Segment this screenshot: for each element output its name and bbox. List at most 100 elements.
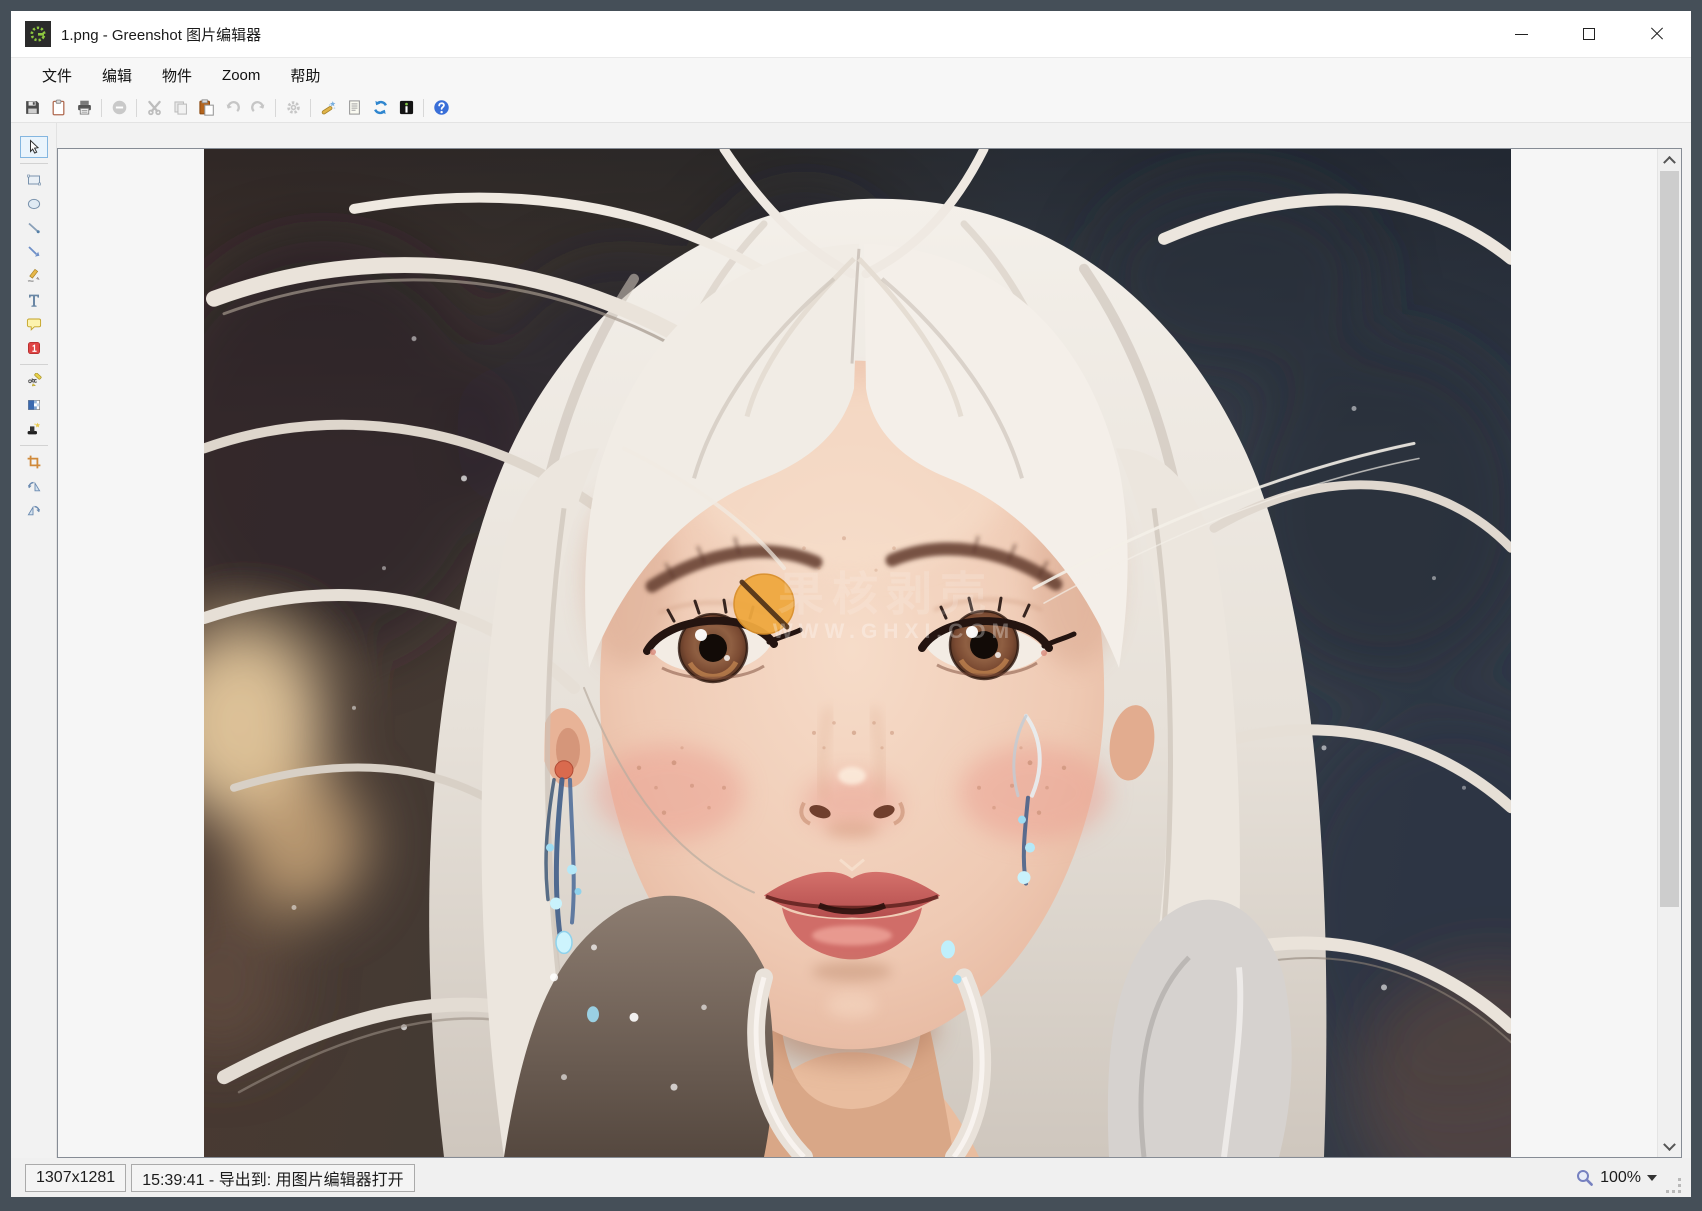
chevron-down-icon: [1663, 1138, 1676, 1151]
copy-icon: [172, 99, 189, 116]
toolbar-divider: [101, 99, 102, 117]
zoom-level-value: 100%: [1600, 1169, 1641, 1187]
scroll-up-button[interactable]: [1658, 149, 1681, 169]
settings-button[interactable]: [280, 96, 306, 120]
tool-add-counter[interactable]: [20, 337, 48, 359]
help-icon: [433, 99, 450, 116]
tool-add-textbox[interactable]: [20, 289, 48, 311]
toolbar-divider: [136, 99, 137, 117]
chevron-up-icon: [1663, 155, 1676, 168]
cursor-icon: [26, 139, 42, 155]
canvas-box: 果核剥壳 WWW.GHXI.COM: [57, 148, 1682, 1158]
scrollbar-track[interactable]: [1658, 169, 1681, 1137]
zoom-control[interactable]: 100%: [1576, 1169, 1657, 1187]
clipboard-icon: [50, 99, 67, 116]
watermark-text-main: 果核剥壳: [778, 568, 994, 620]
refresh-button[interactable]: [367, 96, 393, 120]
remove-button[interactable]: [106, 96, 132, 120]
save-icon: [24, 99, 41, 116]
window-title: 1.png - Greenshot 图片编辑器: [61, 24, 261, 45]
close-icon: [1650, 27, 1664, 41]
speechbubble-icon: [26, 316, 42, 332]
tool-draw-line[interactable]: [20, 217, 48, 239]
watermark: 果核剥壳 WWW.GHXI.COM: [734, 568, 1015, 643]
copy-to-clipboard-button[interactable]: [45, 96, 71, 120]
save-button[interactable]: [19, 96, 45, 120]
menu-help[interactable]: 帮助: [275, 58, 335, 93]
close-button[interactable]: [1623, 11, 1691, 57]
text-icon: [26, 292, 42, 308]
rotate-cw-icon: [26, 478, 42, 494]
menu-file[interactable]: 文件: [27, 58, 87, 93]
gear-icon: [285, 99, 302, 116]
tool-draw-freehand[interactable]: [20, 265, 48, 287]
titlebar: 1.png - Greenshot 图片编辑器: [11, 11, 1691, 57]
window-controls: [1487, 11, 1691, 57]
paste-button[interactable]: [193, 96, 219, 120]
image-size-status: 1307x1281: [25, 1164, 126, 1192]
tool-crop[interactable]: [20, 451, 48, 473]
copy-button[interactable]: [167, 96, 193, 120]
ellipse-icon: [26, 196, 42, 212]
portrait-artwork: 果核剥壳 WWW.GHXI.COM: [204, 149, 1511, 1157]
tool-selection-cursor[interactable]: [20, 136, 48, 158]
toolpanel-divider: [20, 445, 48, 446]
paste-icon: [198, 99, 215, 116]
undo-icon: [224, 99, 241, 116]
help-button[interactable]: [428, 96, 454, 120]
tool-draw-arrow[interactable]: [20, 241, 48, 263]
tool-rotate-counterclockwise[interactable]: [20, 499, 48, 521]
remove-icon: [111, 99, 128, 116]
plugin-info-button[interactable]: [393, 96, 419, 120]
obfuscate-icon: [26, 397, 42, 413]
scrollbar-thumb[interactable]: [1660, 171, 1679, 907]
menu-edit[interactable]: 编辑: [87, 58, 147, 93]
toolpanel-divider: [20, 364, 48, 365]
document-icon: [346, 99, 363, 116]
minimize-icon: [1515, 34, 1528, 35]
effects-button[interactable]: [315, 96, 341, 120]
export-message-status: 15:39:41 - 导出到: 用图片编辑器打开: [131, 1164, 414, 1192]
cut-button[interactable]: [141, 96, 167, 120]
minimize-button[interactable]: [1487, 11, 1555, 57]
edited-image[interactable]: 果核剥壳 WWW.GHXI.COM: [204, 149, 1511, 1157]
maximize-button[interactable]: [1555, 11, 1623, 57]
rectangle-icon: [26, 172, 42, 188]
tool-highlight[interactable]: [20, 370, 48, 392]
cut-icon: [146, 99, 163, 116]
tool-draw-rectangle[interactable]: [20, 169, 48, 191]
print-icon: [76, 99, 93, 116]
undo-button[interactable]: [219, 96, 245, 120]
tool-add-effects[interactable]: [20, 418, 48, 440]
menu-object[interactable]: 物件: [147, 58, 207, 93]
menu-zoom[interactable]: Zoom: [207, 58, 275, 93]
vertical-scrollbar[interactable]: [1657, 149, 1681, 1157]
greenshot-app-icon: [25, 21, 51, 47]
canvas-area: 果核剥壳 WWW.GHXI.COM: [57, 123, 1691, 1158]
tool-obfuscate[interactable]: [20, 394, 48, 416]
line-icon: [26, 220, 42, 236]
tool-draw-ellipse[interactable]: [20, 193, 48, 215]
statusbar: 1307x1281 15:39:41 - 导出到: 用图片编辑器打开 100%: [11, 1158, 1691, 1197]
toolbar-divider: [275, 99, 276, 117]
window-resize-grip[interactable]: [1667, 1179, 1681, 1193]
refresh-icon: [372, 99, 389, 116]
crop-icon: [26, 454, 42, 470]
drawing-toolpanel: [11, 123, 57, 1158]
maximize-icon: [1583, 28, 1595, 40]
redo-icon: [250, 99, 267, 116]
tool-rotate-clockwise[interactable]: [20, 475, 48, 497]
redo-button[interactable]: [245, 96, 271, 120]
toolbar-divider: [310, 99, 311, 117]
document-button[interactable]: [341, 96, 367, 120]
toolbar-divider: [423, 99, 424, 117]
rotate-ccw-icon: [26, 502, 42, 518]
scroll-down-button[interactable]: [1658, 1137, 1681, 1157]
highlighter-icon: [26, 373, 42, 389]
tool-add-speechbubble[interactable]: [20, 313, 48, 335]
info-icon: [398, 99, 415, 116]
print-button[interactable]: [71, 96, 97, 120]
watermark-text-url: WWW.GHXI.COM: [773, 620, 1015, 643]
zoom-dropdown-arrow[interactable]: [1647, 1175, 1657, 1181]
canvas-viewport[interactable]: 果核剥壳 WWW.GHXI.COM: [58, 149, 1657, 1157]
